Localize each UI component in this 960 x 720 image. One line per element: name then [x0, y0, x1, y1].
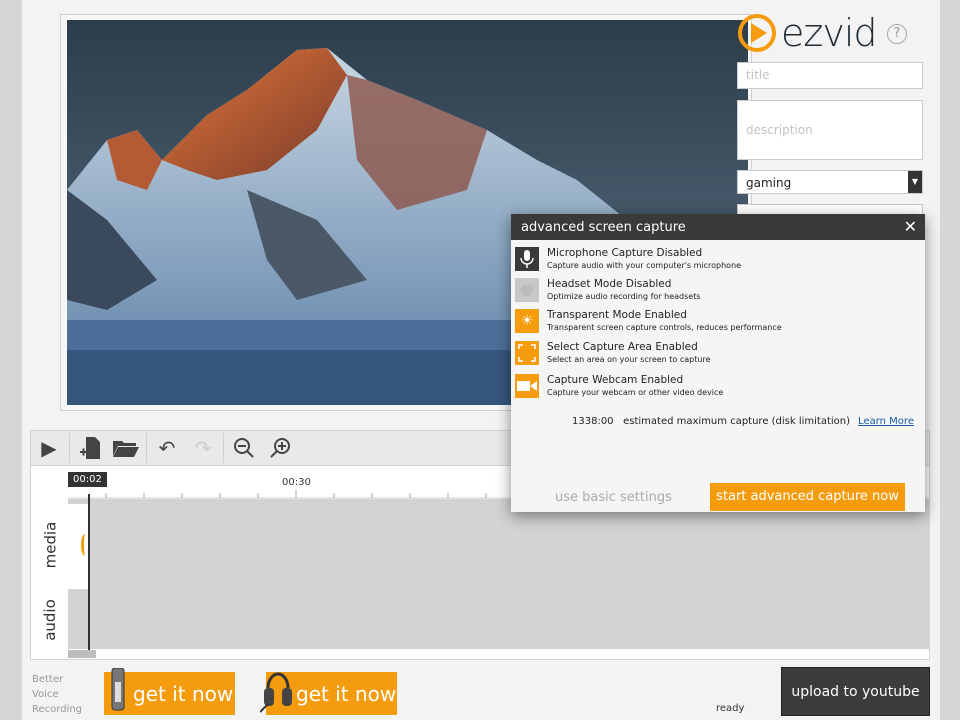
option-headset[interactable]: Headset Mode Disabled Optimize audio reco… [515, 278, 701, 306]
headset-button-label: get it now [296, 681, 397, 706]
upload-to-youtube-button[interactable]: upload to youtube [781, 667, 930, 716]
playhead[interactable] [88, 494, 90, 650]
get-mic-button[interactable]: get it now [104, 668, 235, 715]
option-title: Headset Mode Disabled [547, 278, 672, 290]
headset-icon [515, 278, 539, 302]
option-desc: Optimize audio recording for headsets [547, 292, 701, 301]
option-desc: Capture your webcam or other video devic… [547, 388, 724, 397]
option-title: Microphone Capture Disabled [547, 247, 703, 259]
get-headset-button[interactable]: get it now [260, 672, 397, 715]
undo-button[interactable]: ↶ [149, 431, 185, 465]
option-capture-area[interactable]: Select Capture Area Enabled Select an are… [515, 341, 711, 369]
advanced-capture-dialog: advanced screen capture ✕ Microphone Capt… [511, 214, 925, 512]
media-clip[interactable] [68, 504, 88, 589]
capture-area-icon [515, 341, 539, 365]
play-logo-icon [738, 14, 776, 52]
option-title: Capture Webcam Enabled [547, 374, 684, 386]
microphone-icon [515, 247, 539, 271]
folder-icon [113, 441, 139, 457]
track-label-media: media [41, 521, 60, 569]
category-select[interactable]: gaming ▼ [737, 170, 923, 194]
close-icon[interactable]: ✕ [904, 217, 917, 236]
webcam-icon [515, 374, 539, 398]
divider [146, 433, 147, 463]
option-webcam[interactable]: Capture Webcam Enabled Capture your webca… [515, 374, 723, 402]
option-microphone[interactable]: Microphone Capture Disabled Capture audio… [515, 247, 741, 275]
mic-button-label: get it now [133, 681, 234, 706]
logo-text: ezvid [781, 11, 877, 55]
zoom-in-icon [270, 438, 290, 458]
track-area[interactable] [68, 499, 930, 649]
learn-more-link[interactable]: Learn More [858, 416, 914, 427]
divider [223, 433, 224, 463]
estimate-text: estimated maximum capture (disk limitati… [623, 416, 851, 427]
use-basic-settings-button[interactable]: use basic settings [555, 490, 672, 505]
option-title: Select Capture Area Enabled [547, 341, 698, 353]
option-desc: Transparent screen capture controls, red… [547, 323, 782, 332]
ezvid-logo: ezvid [737, 11, 877, 55]
dialog-header: advanced screen capture ✕ [511, 214, 925, 240]
zoom-out-icon [234, 438, 254, 458]
better-voice-label: Better Voice Recording [32, 674, 83, 715]
option-desc: Select an area on your screen to capture [547, 355, 711, 364]
redo-button[interactable]: ↷ [185, 431, 221, 465]
play-button[interactable]: ▶ [31, 431, 67, 465]
status-text: ready [716, 703, 745, 714]
playhead-time[interactable]: 00:02 [68, 472, 107, 487]
divider [69, 433, 70, 463]
dialog-title: advanced screen capture [521, 220, 686, 235]
ruler-label: 00:30 [282, 477, 311, 488]
capture-estimate: 1338:00 estimated maximum capture (disk … [572, 416, 914, 427]
open-folder-button[interactable] [108, 431, 144, 465]
help-icon[interactable]: ? [887, 24, 907, 44]
zoom-in-button[interactable] [262, 431, 298, 465]
add-file-button[interactable] [72, 431, 108, 465]
horizontal-scrollbar[interactable] [68, 650, 96, 658]
start-advanced-capture-button[interactable]: start advanced capture now [710, 483, 905, 511]
category-value: gaming [746, 176, 792, 190]
track-label-audio: audio [40, 599, 59, 641]
add-file-icon [80, 437, 100, 459]
microphone-icon [111, 668, 125, 711]
option-title: Transparent Mode Enabled [547, 309, 687, 321]
transparency-icon: ☀ [515, 309, 539, 333]
title-input[interactable]: title [737, 62, 923, 89]
option-desc: Capture audio with your computer's micro… [547, 261, 742, 270]
estimate-value: 1338:00 [572, 416, 614, 427]
zoom-out-button[interactable] [226, 431, 262, 465]
chevron-down-icon[interactable]: ▼ [908, 171, 922, 193]
option-transparent-mode[interactable]: ☀ Transparent Mode Enabled Transparent sc… [515, 309, 782, 337]
headset-icon [260, 672, 292, 713]
description-input[interactable]: description [737, 100, 923, 160]
